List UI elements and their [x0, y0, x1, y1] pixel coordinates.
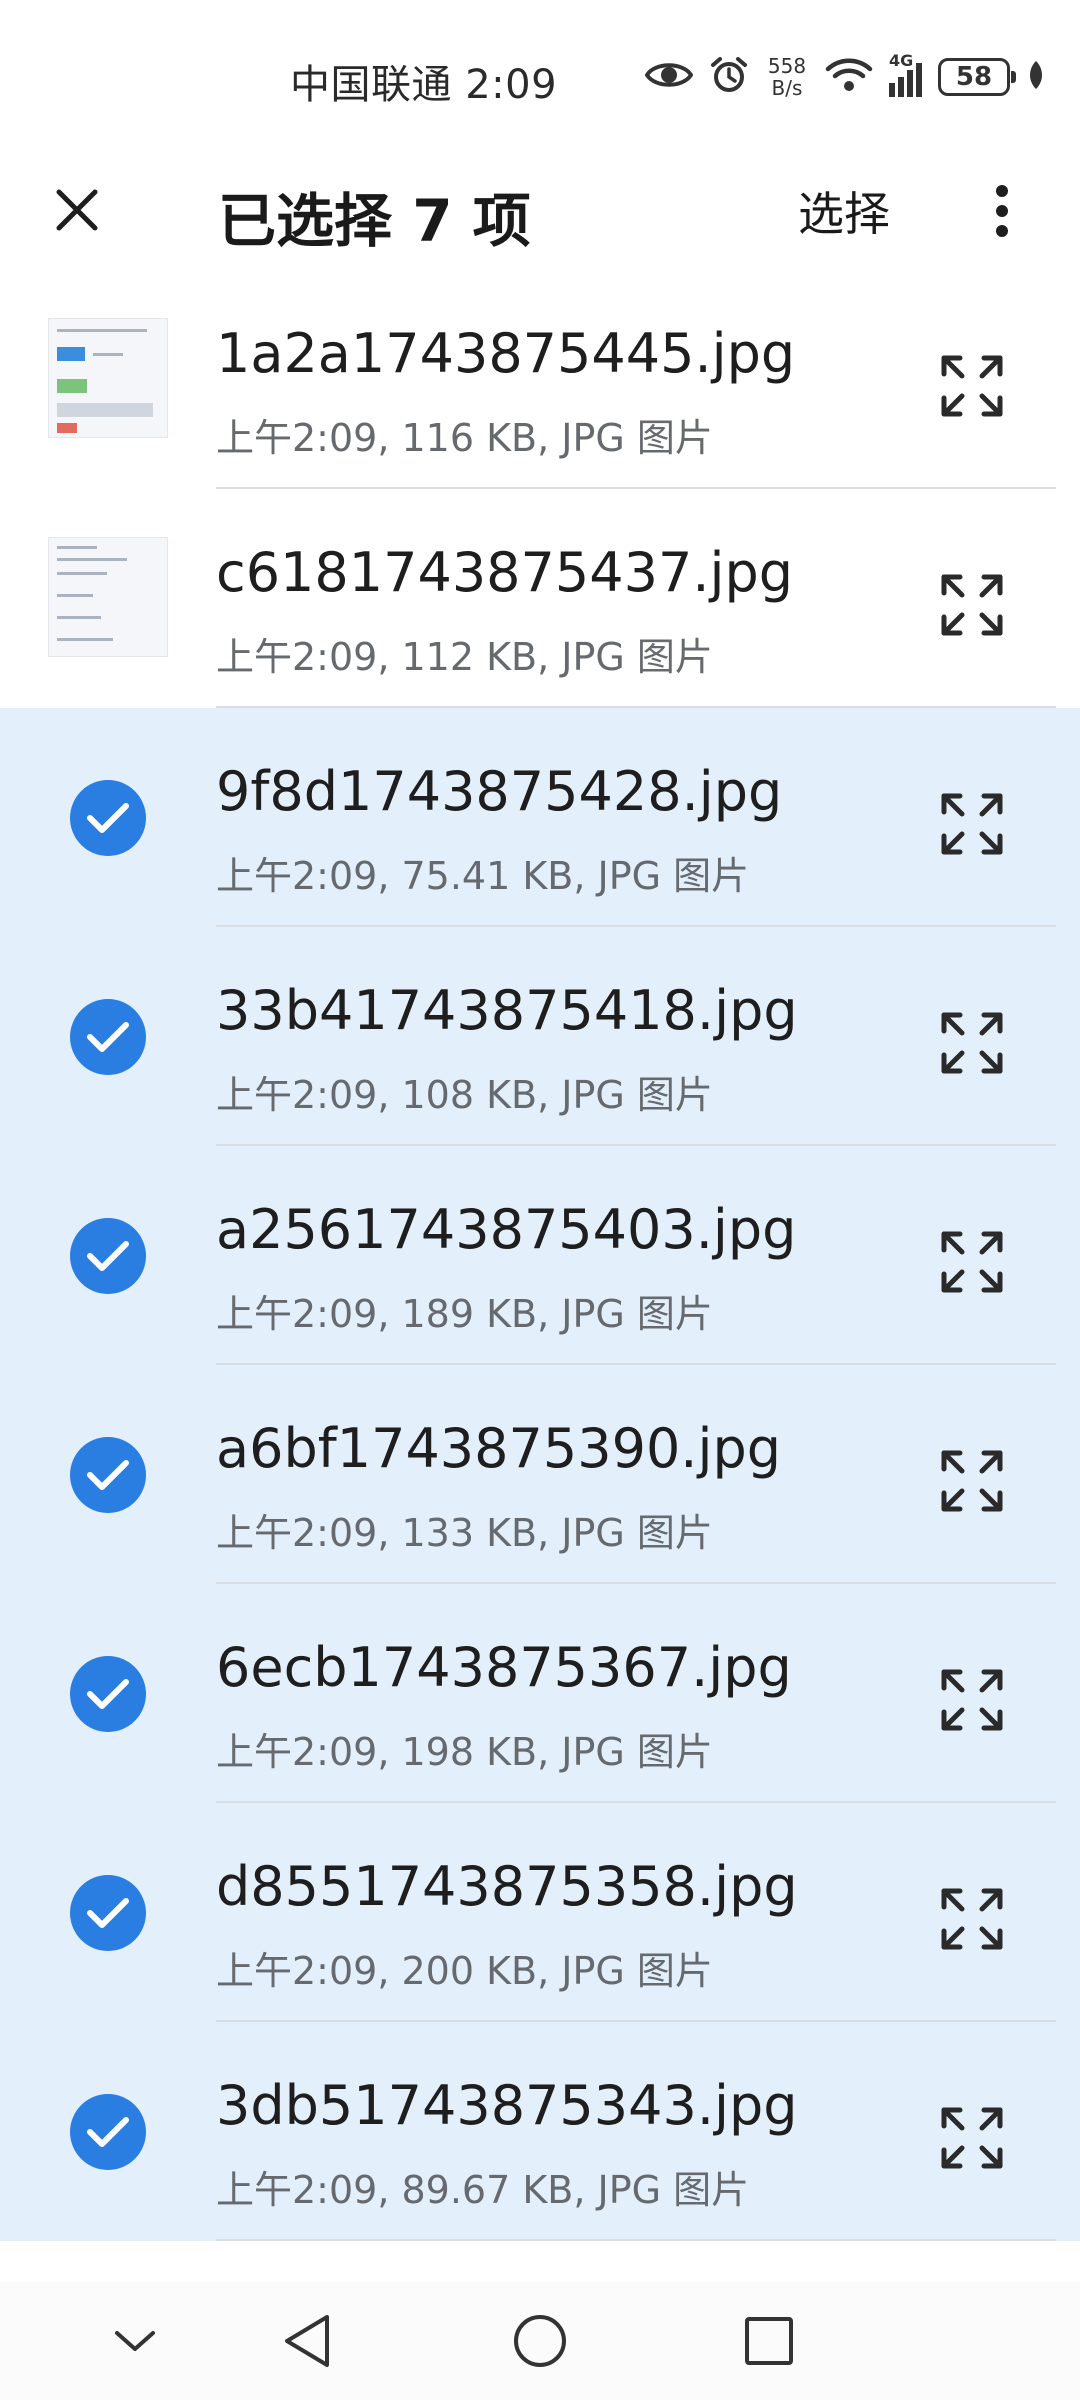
file-list-inner: 上午2:09, 107 KB, JPG 图片1a2a1743875445.jpg… — [0, 270, 1080, 2241]
nav-recents-button[interactable] — [734, 2306, 804, 2376]
expand-preview-button[interactable] — [936, 569, 1008, 641]
file-meta: 上午2:09, 108 KB, JPG 图片 — [216, 1073, 713, 1117]
status-icons: 558 B/s 4G 58 — [644, 51, 1046, 99]
page-title: 已选择 7 项 — [218, 187, 531, 255]
file-row[interactable]: a6bf1743875390.jpg 上午2:09, 133 KB, JPG 图片 — [0, 1365, 1080, 1584]
wifi-icon — [825, 57, 873, 97]
selection-app-bar: 已选择 7 项 选择 — [0, 150, 1080, 270]
file-meta: 上午2:09, 75.41 KB, JPG 图片 — [216, 854, 750, 898]
check-circle-icon[interactable] — [70, 1656, 146, 1732]
leaf-icon — [1026, 59, 1046, 95]
net-speed-value: 558 — [767, 54, 807, 78]
expand-preview-button[interactable] — [936, 2102, 1008, 2174]
file-meta: 上午2:09, 116 KB, JPG 图片 — [216, 416, 713, 460]
file-name: 33b41743875418.jpg — [216, 979, 798, 1042]
chevron-down-icon — [115, 2331, 155, 2351]
file-thumbnail[interactable] — [48, 537, 168, 657]
net-speed: 558 B/s — [765, 55, 809, 99]
file-row[interactable]: d8551743875358.jpg 上午2:09, 200 KB, JPG 图片 — [0, 1803, 1080, 2022]
file-meta: 上午2:09, 200 KB, JPG 图片 — [216, 1949, 713, 1993]
file-name: 6ecb1743875367.jpg — [216, 1636, 792, 1699]
file-meta: 上午2:09, 198 KB, JPG 图片 — [216, 1730, 713, 1774]
network-type: 4G — [889, 51, 914, 70]
file-name: a6bf1743875390.jpg — [216, 1417, 782, 1480]
check-circle-icon[interactable] — [70, 2094, 146, 2170]
file-name: 9f8d1743875428.jpg — [216, 760, 783, 823]
file-row[interactable]: 1a2a1743875445.jpg 上午2:09, 116 KB, JPG 图片 — [0, 270, 1080, 489]
expand-icon — [941, 793, 1003, 855]
file-row[interactable]: a2561743875403.jpg 上午2:09, 189 KB, JPG 图片 — [0, 1146, 1080, 1365]
check-circle-icon[interactable] — [70, 999, 146, 1075]
expand-icon — [941, 355, 1003, 417]
more-vert-icon — [996, 185, 1008, 237]
status-bar: 中国联通 2:09 558 B/s 4G 58 — [0, 0, 1080, 150]
file-name: a2561743875403.jpg — [216, 1198, 797, 1261]
expand-preview-button[interactable] — [936, 1226, 1008, 1298]
check-circle-icon[interactable] — [70, 1875, 146, 1951]
close-icon — [56, 189, 98, 231]
file-name: 3db51743875343.jpg — [216, 2074, 798, 2137]
file-row[interactable]: 9f8d1743875428.jpg 上午2:09, 75.41 KB, JPG … — [0, 708, 1080, 927]
expand-icon — [941, 1888, 1003, 1950]
file-meta: 上午2:09, 89.67 KB, JPG 图片 — [216, 2168, 750, 2212]
more-options-button[interactable] — [970, 176, 1034, 246]
select-button[interactable]: 选择 — [798, 178, 890, 244]
file-meta: 上午2:09, 112 KB, JPG 图片 — [216, 635, 713, 679]
system-nav-bar — [0, 2282, 1080, 2400]
expand-icon — [941, 1669, 1003, 1731]
signal-icon: 4G — [889, 51, 922, 97]
expand-icon — [941, 1012, 1003, 1074]
file-name: d8551743875358.jpg — [216, 1855, 798, 1918]
check-circle-icon[interactable] — [70, 780, 146, 856]
expand-preview-button[interactable] — [936, 350, 1008, 422]
check-circle-icon[interactable] — [70, 1437, 146, 1513]
file-row[interactable]: 3db51743875343.jpg 上午2:09, 89.67 KB, JPG … — [0, 2022, 1080, 2241]
expand-preview-button[interactable] — [936, 788, 1008, 860]
row-divider — [216, 2239, 1056, 2241]
alarm-icon — [709, 55, 749, 99]
check-circle-icon[interactable] — [70, 1218, 146, 1294]
expand-preview-button[interactable] — [936, 1007, 1008, 1079]
file-meta: 上午2:09, 189 KB, JPG 图片 — [216, 1292, 713, 1336]
nav-back-button[interactable] — [272, 2306, 342, 2376]
expand-preview-button[interactable] — [936, 1664, 1008, 1736]
battery-indicator: 58 — [938, 58, 1016, 96]
expand-icon — [941, 1231, 1003, 1293]
file-row[interactable]: 6ecb1743875367.jpg 上午2:09, 198 KB, JPG 图片 — [0, 1584, 1080, 1803]
file-name: c6181743875437.jpg — [216, 541, 794, 604]
home-circle-icon — [514, 2315, 566, 2367]
nav-hide-button[interactable] — [100, 2306, 170, 2376]
recents-square-icon — [745, 2317, 793, 2365]
file-meta: 上午2:09, 133 KB, JPG 图片 — [216, 1511, 713, 1555]
file-list[interactable]: 上午2:09, 107 KB, JPG 图片1a2a1743875445.jpg… — [0, 270, 1080, 2282]
file-name: 1a2a1743875445.jpg — [216, 322, 796, 385]
close-button[interactable] — [40, 173, 114, 247]
expand-icon — [941, 574, 1003, 636]
expand-icon — [941, 1450, 1003, 1512]
expand-icon — [941, 2107, 1003, 2169]
back-triangle-icon — [285, 2315, 329, 2367]
eye-icon — [644, 59, 694, 95]
nav-home-button[interactable] — [505, 2306, 575, 2376]
file-row[interactable]: c6181743875437.jpg 上午2:09, 112 KB, JPG 图片 — [0, 489, 1080, 708]
carrier-time: 中国联通 2:09 — [290, 62, 558, 108]
net-speed-unit: B/s — [771, 76, 803, 100]
expand-preview-button[interactable] — [936, 1883, 1008, 1955]
file-row[interactable]: 33b41743875418.jpg 上午2:09, 108 KB, JPG 图片 — [0, 927, 1080, 1146]
file-thumbnail[interactable] — [48, 318, 168, 438]
expand-preview-button[interactable] — [936, 1445, 1008, 1517]
